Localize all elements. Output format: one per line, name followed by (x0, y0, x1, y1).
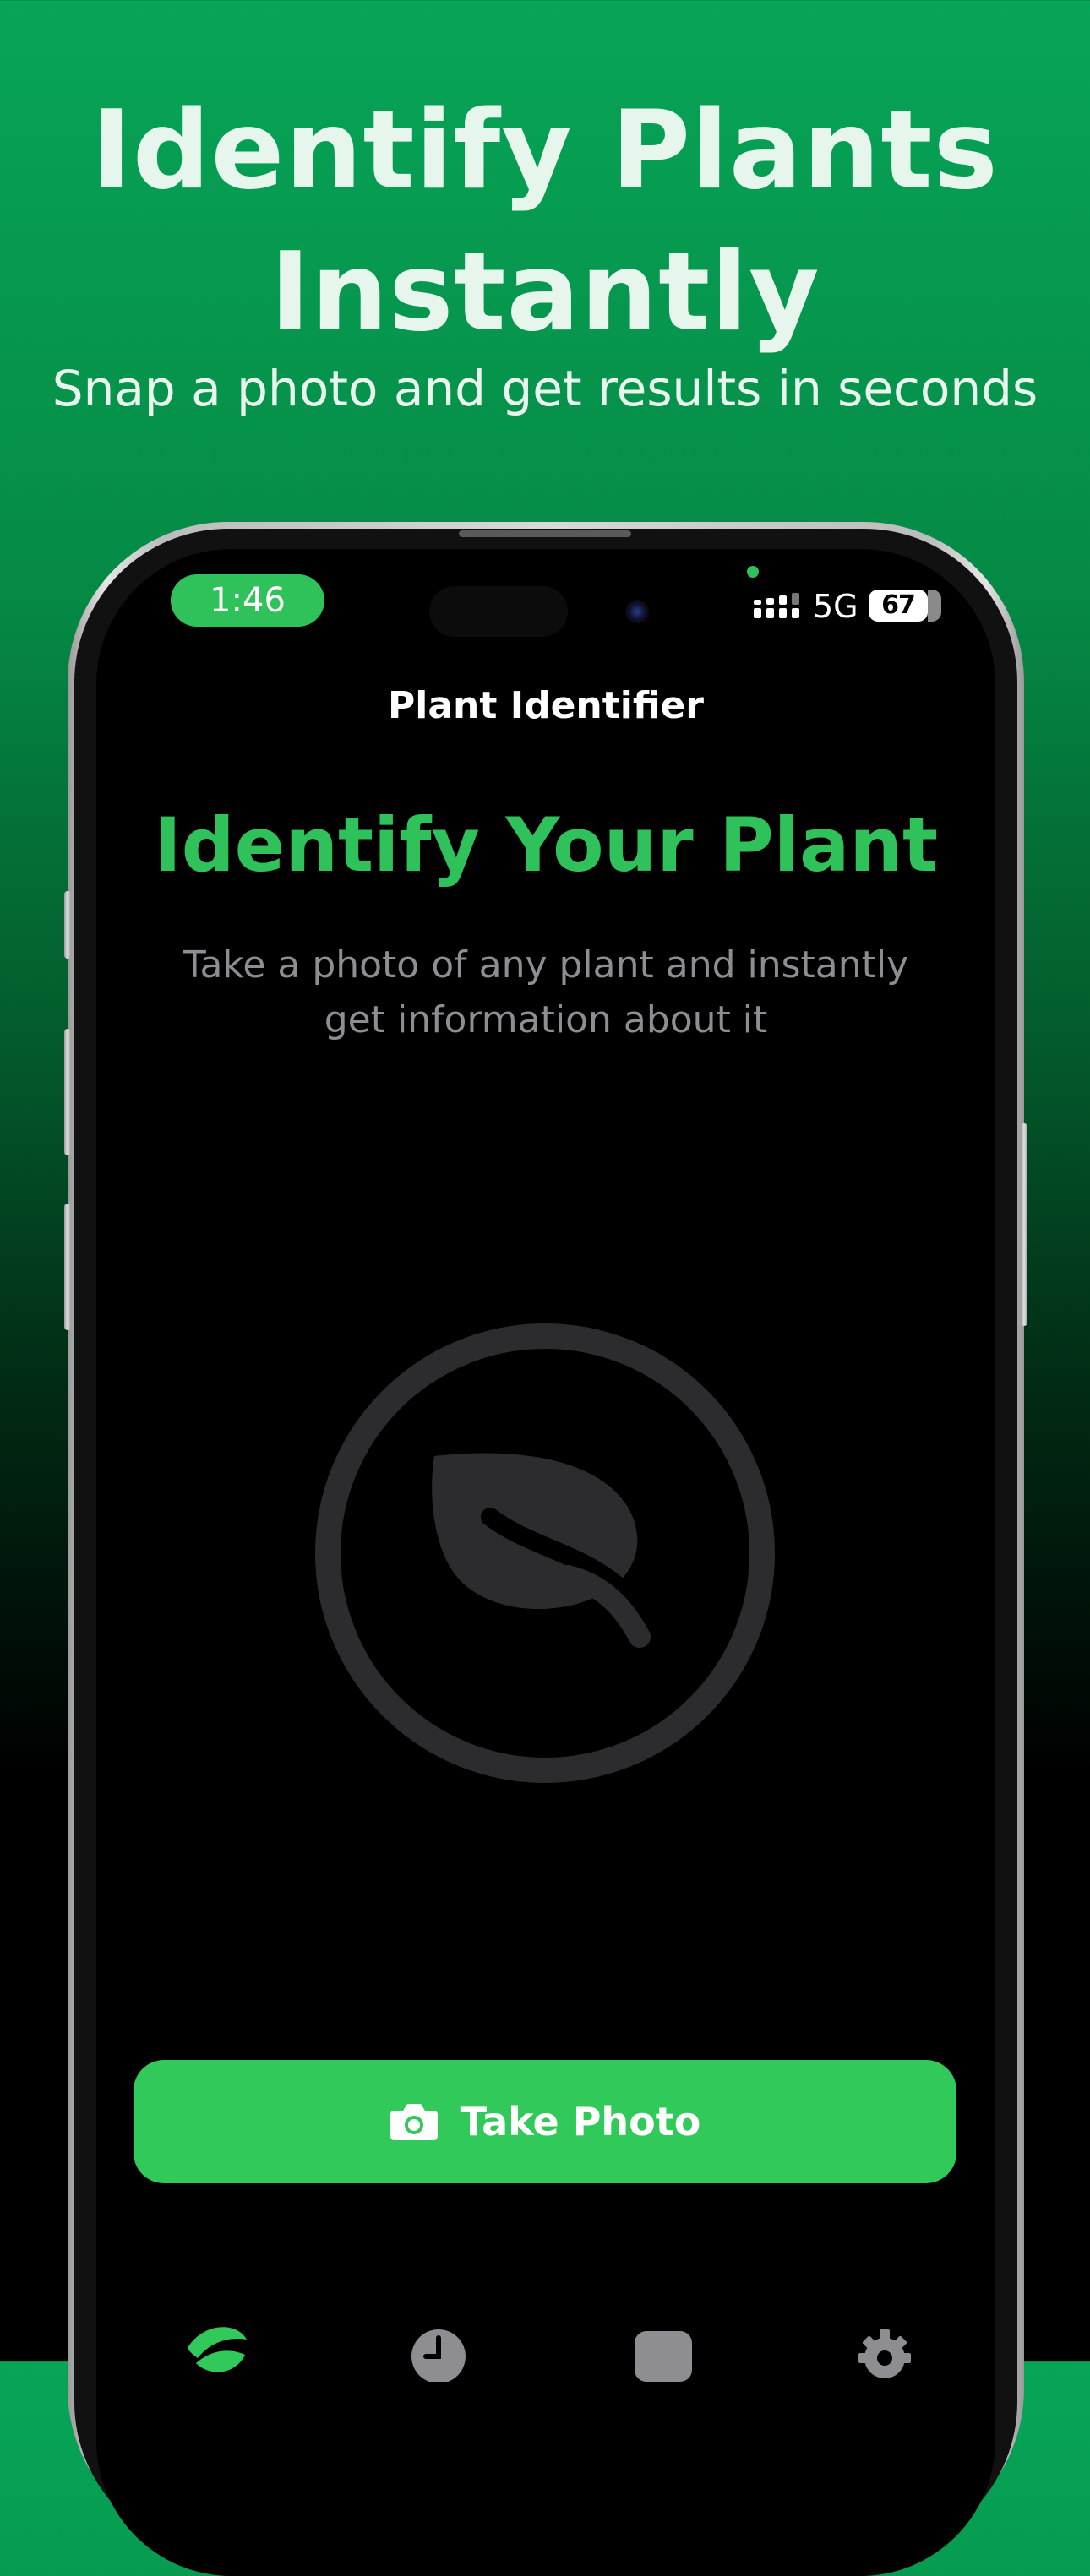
phone-action-button (64, 891, 71, 959)
collection-icon (635, 2331, 692, 2382)
network-type: 5G (813, 588, 858, 625)
phone-power-button (1021, 1123, 1027, 1326)
battery-level: 67 (869, 590, 928, 622)
leaf-icon (188, 2327, 247, 2372)
camera-icon (390, 2104, 438, 2140)
phone-volume-down-button (64, 1204, 71, 1330)
tab-identify[interactable] (177, 2306, 253, 2382)
tab-settings[interactable] (847, 2306, 923, 2382)
tab-collection[interactable] (625, 2306, 701, 2382)
take-photo-button[interactable]: Take Photo (134, 2060, 956, 2183)
clock-icon (411, 2329, 466, 2382)
phone-top-edge (459, 530, 631, 537)
phone-volume-up-button (64, 1029, 71, 1155)
phone-screen: 1:46 5G 67 Plant Identifier Identify You… (96, 549, 995, 2576)
gear-icon (858, 2329, 911, 2378)
headline-line-2: Instantly (270, 230, 820, 356)
marketing-subheadline: Snap a photo and get results in seconds (52, 360, 1038, 417)
page-description: Take a photo of any plant and instantly … (183, 943, 909, 1041)
camera-in-use-indicator (747, 566, 759, 578)
tab-history[interactable] (401, 2306, 477, 2382)
cellular-signal-icon (754, 593, 799, 618)
marketing-headline: Identify Plants Instantly (0, 80, 1090, 364)
plant-placeholder-illustration (315, 1323, 775, 1783)
leaf-icon (432, 1453, 670, 1653)
nav-title: Plant Identifier (388, 684, 704, 727)
status-time: 1:46 (171, 574, 324, 627)
battery-icon (928, 590, 941, 622)
dynamic-island (429, 586, 568, 637)
headline-line-1: Identify Plants (91, 88, 999, 214)
front-camera (625, 600, 649, 623)
take-photo-label: Take Photo (460, 2099, 701, 2144)
page-title: Identify Your Plant (153, 802, 939, 889)
